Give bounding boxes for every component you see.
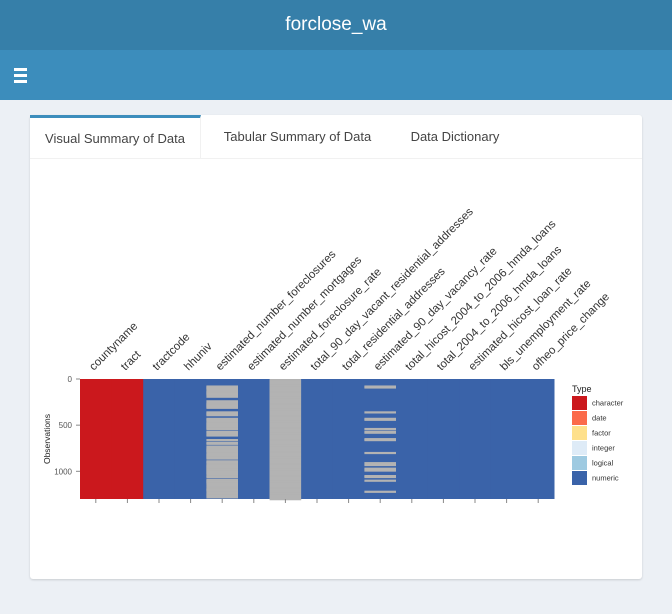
missing-cell — [364, 439, 396, 442]
legend-label: integer — [592, 444, 615, 453]
missing-cell — [206, 414, 238, 417]
tab-tabular-summary[interactable]: Tabular Summary of Data — [210, 115, 385, 158]
nav-bar — [0, 50, 672, 100]
hamburger-menu-icon[interactable] — [10, 64, 32, 86]
missing-cell — [364, 431, 396, 434]
legend-swatch — [572, 471, 587, 485]
variable-label: hhuniv — [182, 340, 215, 373]
legend-title: Type — [572, 384, 592, 394]
missing-cell — [206, 475, 238, 479]
tab-bar: Visual Summary of Data Tabular Summary o… — [30, 115, 642, 159]
heatmap-column — [490, 379, 523, 499]
variable-label: estimated_number_mortgages — [245, 254, 364, 373]
heatmap-column — [396, 379, 429, 499]
missing-cell — [206, 496, 238, 499]
app-title-bar: forclose_wa — [0, 0, 672, 50]
y-tick-label: 500 — [59, 421, 73, 430]
y-tick-label: 1000 — [54, 467, 72, 476]
heatmap-column — [522, 379, 555, 499]
tab-data-dictionary[interactable]: Data Dictionary — [395, 115, 515, 158]
heatmap-column — [111, 379, 144, 499]
tab-label: Data Dictionary — [410, 129, 500, 144]
legend-swatch — [572, 456, 587, 470]
missing-cell — [206, 442, 238, 445]
missing-cell — [206, 457, 238, 460]
legend-label: logical — [592, 459, 614, 468]
missing-cell — [364, 411, 396, 414]
y-axis-label: Observations — [42, 414, 52, 464]
missing-cell — [364, 418, 396, 421]
tab-visual-summary[interactable]: Visual Summary of Data — [30, 115, 201, 158]
missing-cell — [206, 439, 238, 442]
heatmap-column — [301, 379, 334, 499]
missing-cell — [364, 463, 396, 467]
legend-swatch — [572, 396, 587, 410]
heatmap-column — [459, 379, 492, 499]
missing-cell — [364, 490, 396, 493]
missingness-heatmap: countynametract tractcodehhuniv estimated_… — [42, 206, 624, 503]
missing-cell — [364, 469, 396, 472]
heatmap-column — [427, 379, 460, 499]
missing-cell — [206, 427, 238, 431]
legend-label: date — [592, 414, 607, 423]
heatmap-column — [238, 379, 271, 499]
legend-label: factor — [592, 429, 611, 438]
content-box: Visual Summary of Data Tabular Summary o… — [30, 115, 642, 579]
tab-label: Tabular Summary of Data — [223, 129, 372, 144]
missing-cell — [364, 451, 396, 455]
legend-label: numeric — [592, 474, 619, 483]
app-title: forclose_wa — [285, 14, 387, 35]
heatmap-column — [143, 379, 176, 499]
missing-cell — [364, 386, 396, 389]
heatmap-column — [332, 379, 365, 499]
legend-swatch — [572, 411, 587, 425]
legend-label: character — [592, 399, 624, 408]
tab-label: Visual Summary of Data — [45, 130, 185, 146]
variable-label: tract — [119, 348, 144, 373]
missing-cell — [206, 395, 238, 398]
legend-swatch — [572, 441, 587, 455]
legend-swatch — [572, 426, 587, 440]
heatmap-column — [174, 379, 207, 499]
y-tick-label: 0 — [68, 375, 73, 384]
missing-cell — [364, 427, 396, 431]
missing-cell — [364, 479, 396, 482]
heatmap-column — [80, 379, 113, 499]
missing-cell — [206, 434, 238, 437]
missing-cell — [206, 406, 238, 409]
missing-cell — [364, 475, 396, 479]
